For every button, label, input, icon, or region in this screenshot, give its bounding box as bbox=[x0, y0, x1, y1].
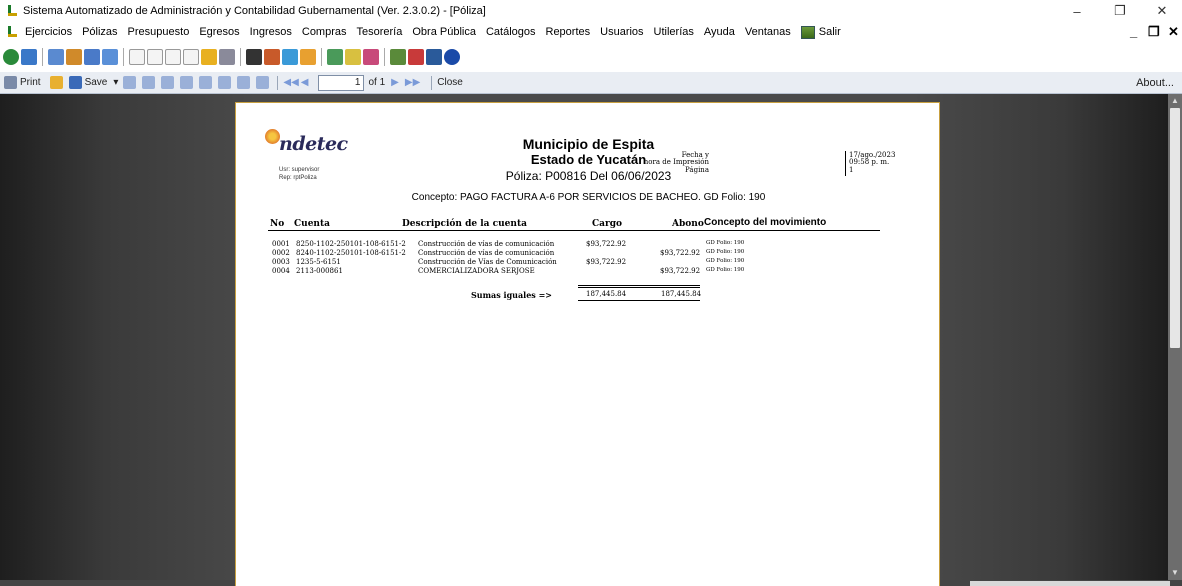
totals-underline bbox=[578, 300, 700, 301]
sumas-label: Sumas iguales => bbox=[471, 290, 552, 300]
close-window-button[interactable]: ✕ bbox=[1142, 0, 1182, 22]
mdi-app-icon[interactable] bbox=[7, 26, 17, 38]
database-icon[interactable] bbox=[282, 49, 298, 65]
chart-icon[interactable] bbox=[264, 49, 280, 65]
last-page-icon[interactable]: ▶▶ bbox=[405, 77, 420, 88]
table-row: 0002 8240-1102-250101-108-6151-2 Constru… bbox=[272, 249, 745, 257]
estado-title: Estado de Yucatán bbox=[530, 152, 647, 167]
mdi-restore-button[interactable]: ❐ bbox=[1148, 22, 1160, 42]
sumas-abono: 187,445.84 bbox=[661, 290, 702, 298]
menu-ingresos[interactable]: Ingresos bbox=[245, 22, 297, 42]
menu-egresos[interactable]: Egresos bbox=[194, 22, 244, 42]
poliza-line: Póliza: P00816 Del 06/06/2023 bbox=[505, 169, 672, 183]
menu-polizas[interactable]: Pólizas bbox=[77, 22, 122, 42]
report-page: ndetec Usr: supervisor Rep: rptPoliza Mu… bbox=[235, 102, 940, 586]
close-report-button[interactable]: Close bbox=[437, 77, 463, 88]
page-number: 1 bbox=[849, 166, 854, 174]
edit-icon[interactable] bbox=[199, 76, 213, 89]
vertical-scrollbar[interactable]: ▲ ▼ bbox=[1168, 94, 1182, 580]
menu-ventanas[interactable]: Ventanas bbox=[740, 22, 796, 42]
scroll-down-icon[interactable]: ▼ bbox=[1170, 568, 1180, 578]
copy-icon[interactable] bbox=[218, 76, 232, 89]
next-page-icon[interactable]: ▶ bbox=[391, 77, 399, 88]
monitor-icon[interactable] bbox=[426, 49, 442, 65]
page-count: of 1 bbox=[368, 77, 386, 88]
restore-button[interactable]: ❐ bbox=[1100, 0, 1140, 22]
menu-presupuesto[interactable]: Presupuesto bbox=[123, 22, 195, 42]
menu-obra-publica[interactable]: Obra Pública bbox=[407, 22, 481, 42]
table-row: 0004 2113-000861 COMERCIALIZADORA SERJOS… bbox=[272, 267, 745, 275]
menu-compras[interactable]: Compras bbox=[297, 22, 352, 42]
table-row: 0001 8250-1102-250101-108-6151-2 Constru… bbox=[272, 240, 745, 248]
tools-icon[interactable] bbox=[345, 49, 361, 65]
mdi-minimize-button[interactable]: _ bbox=[1130, 22, 1137, 42]
users-icon[interactable] bbox=[48, 49, 64, 65]
doc-d-icon[interactable] bbox=[147, 49, 163, 65]
save-icon[interactable] bbox=[68, 76, 82, 89]
about-button[interactable]: About... bbox=[1136, 72, 1174, 94]
book-icon[interactable] bbox=[21, 49, 37, 65]
save-button[interactable]: Save bbox=[85, 77, 108, 88]
app-icon bbox=[7, 5, 17, 17]
table-header: No Cuenta Descripción de la cuenta Cargo… bbox=[268, 217, 880, 231]
print-icon[interactable] bbox=[219, 49, 235, 65]
concepto-line: Concepto: PAGO FACTURA A-6 POR SERVICIOS… bbox=[411, 192, 766, 203]
menu-reportes[interactable]: Reportes bbox=[541, 22, 596, 42]
security-icon[interactable] bbox=[408, 49, 424, 65]
report-viewer-toolbar: Print Save ▾ ◀◀ ◀ 1 of 1 ▶ ▶▶ Close Abou… bbox=[0, 72, 1182, 94]
scroll-up-icon[interactable]: ▲ bbox=[1170, 96, 1180, 106]
find-icon[interactable] bbox=[142, 76, 156, 89]
window-title-bar: Sistema Automatizado de Administración y… bbox=[0, 0, 1182, 22]
print-time: 09:58 p. m. bbox=[849, 158, 890, 166]
first-page-icon[interactable]: ◀◀ bbox=[283, 77, 298, 88]
minimize-button[interactable]: – bbox=[1057, 0, 1097, 22]
report-icon[interactable] bbox=[201, 49, 217, 65]
fit-page-icon[interactable] bbox=[256, 76, 270, 89]
page-number-input[interactable]: 1 bbox=[318, 74, 365, 91]
save-dropdown-icon[interactable]: ▾ bbox=[113, 77, 118, 88]
menu-catalogos[interactable]: Catálogos bbox=[481, 22, 541, 42]
refresh-icon[interactable] bbox=[3, 49, 19, 65]
open-folder-icon[interactable] bbox=[49, 76, 63, 89]
menu-ayuda[interactable]: Ayuda bbox=[699, 22, 740, 42]
exit-icon bbox=[800, 25, 815, 39]
mdi-close-button[interactable]: ✕ bbox=[1168, 22, 1179, 42]
menu-usuarios[interactable]: Usuarios bbox=[595, 22, 648, 42]
tree-icon[interactable] bbox=[390, 49, 406, 65]
table-icon[interactable] bbox=[84, 49, 100, 65]
printer-icon[interactable] bbox=[4, 76, 17, 89]
doc-e-icon[interactable] bbox=[165, 49, 181, 65]
help-icon[interactable] bbox=[444, 49, 460, 65]
email-icon[interactable] bbox=[123, 76, 137, 89]
settings-icon[interactable] bbox=[363, 49, 379, 65]
menu-bar: Ejercicios Pólizas Presupuesto Egresos I… bbox=[0, 22, 1182, 42]
box-icon[interactable] bbox=[300, 49, 316, 65]
clipboard-icon[interactable] bbox=[246, 49, 262, 65]
main-toolbar bbox=[0, 42, 1182, 72]
thumbnails-icon[interactable] bbox=[161, 76, 175, 89]
doc-p-icon[interactable] bbox=[183, 49, 199, 65]
municipio-title: Municipio de Espita bbox=[522, 136, 655, 152]
scrollbar-thumb[interactable] bbox=[1170, 108, 1180, 348]
sumas-cargo: 187,445.84 bbox=[586, 290, 627, 298]
outline-icon[interactable] bbox=[180, 76, 194, 89]
print-button[interactable]: Print bbox=[20, 77, 41, 88]
totals-double-rule bbox=[578, 285, 700, 288]
grid-icon[interactable] bbox=[102, 49, 118, 65]
zoom-icon[interactable] bbox=[237, 76, 251, 89]
menu-utilerias[interactable]: Utilerías bbox=[649, 22, 699, 42]
doc-c-icon[interactable] bbox=[129, 49, 145, 65]
h-scrollbar-thumb[interactable] bbox=[970, 581, 1170, 586]
notes-icon[interactable] bbox=[327, 49, 343, 65]
menu-tesoreria[interactable]: Tesorería bbox=[352, 22, 408, 42]
table-row: 0003 1235-5-6151 Construcción de Vías de… bbox=[272, 258, 745, 266]
menu-salir[interactable]: Salir bbox=[796, 22, 846, 42]
menu-ejercicios[interactable]: Ejercicios bbox=[20, 22, 77, 42]
window-title: Sistema Automatizado de Administración y… bbox=[23, 5, 486, 17]
folder-icon[interactable] bbox=[66, 49, 82, 65]
prev-page-icon[interactable]: ◀ bbox=[301, 77, 309, 88]
